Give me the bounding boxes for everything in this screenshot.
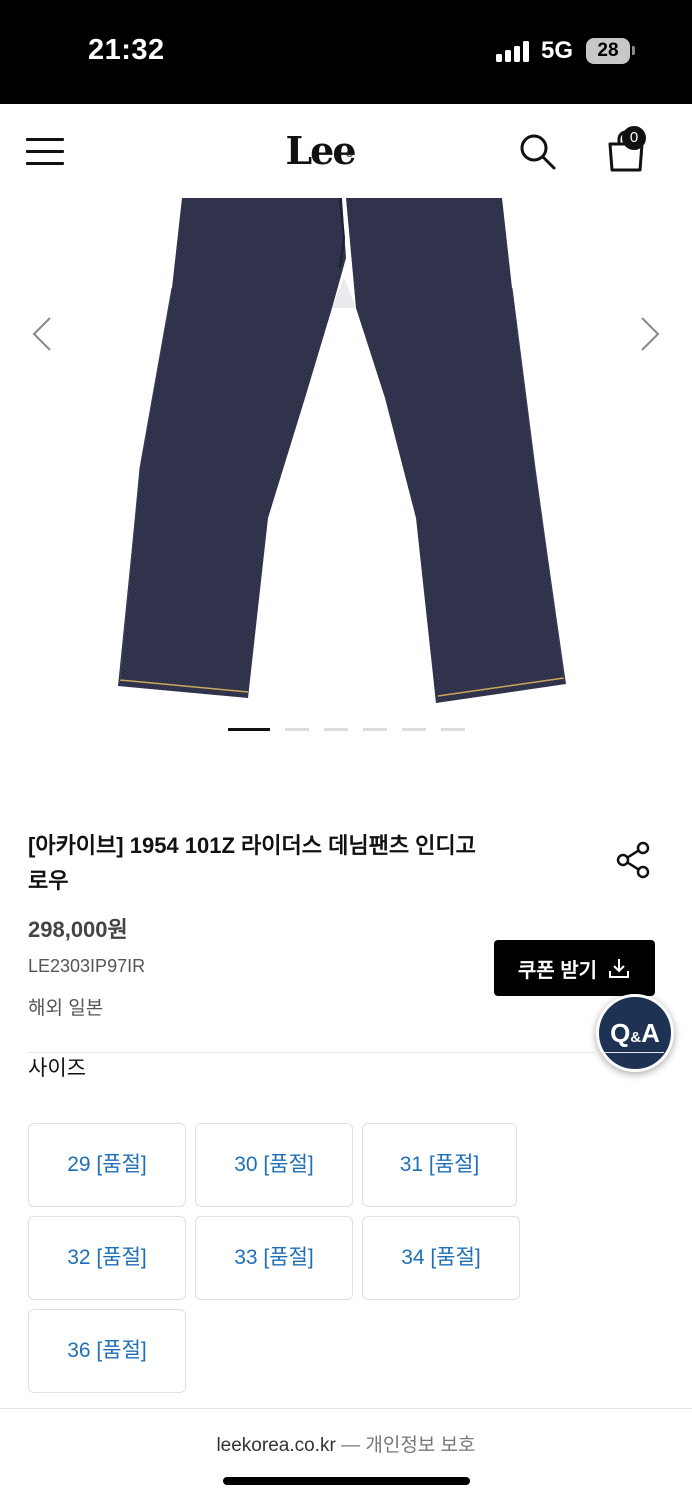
download-icon [609,959,630,978]
site-header: Lee ® [0,104,692,198]
slide-dot[interactable] [324,728,348,731]
status-time: 21:32 [88,34,165,66]
qa-label-amp: & [630,1029,642,1046]
size-option-36[interactable]: 36 [품절] [28,1309,186,1393]
menu-icon[interactable] [26,138,64,166]
section-divider [28,1052,664,1053]
size-option-34[interactable]: 34 [품절] [362,1216,520,1300]
footer-domain[interactable]: leekorea.co.kr [216,1435,335,1456]
coupon-button-label: 쿠폰 받기 [517,959,598,982]
battery-icon: 28 [586,38,630,64]
cart-count-badge: 0 [622,126,646,150]
size-option-33[interactable]: 33 [품절] [195,1216,353,1300]
size-option-31[interactable]: 31 [품절] [362,1123,517,1207]
product-image-jeans [118,198,566,703]
size-option-32[interactable]: 32 [품절] [28,1216,186,1300]
footer-privacy-link[interactable]: 개인정보 보호 [365,1435,475,1456]
product-gallery[interactable] [0,198,692,758]
signal-icon [496,40,529,62]
prev-slide-icon[interactable] [28,314,58,354]
status-bar: 21:32 5G 28 [0,0,692,104]
slide-indicator [0,728,692,734]
slide-dot[interactable] [285,728,309,731]
size-option-30[interactable]: 30 [품절] [195,1123,353,1207]
search-icon[interactable] [518,132,558,172]
product-origin: 해외 일본 [28,998,104,1019]
product-sku: LE2303IP97IR [28,956,146,976]
coupon-download-button[interactable]: 쿠폰 받기 [494,940,655,996]
share-icon[interactable] [614,840,654,880]
footer-divider [0,1408,692,1409]
slide-dot[interactable] [363,728,387,731]
next-slide-icon[interactable] [634,314,664,354]
qa-label-a: A [641,1018,660,1048]
slide-dot[interactable] [441,728,465,731]
size-option-29[interactable]: 29 [품절] [28,1123,186,1207]
qa-floating-button[interactable]: Q&A [596,994,674,1072]
qa-label-q: Q [610,1018,631,1048]
slide-dot-active[interactable] [228,728,270,731]
footer-separator: — [341,1435,361,1456]
network-label: 5G [541,37,574,64]
size-section-label: 사이즈 [28,1057,86,1080]
slide-dot[interactable] [402,728,426,731]
browser-footer: leekorea.co.kr — 개인정보 보호 [0,1430,692,1457]
product-price: 298,000원 [28,917,128,942]
product-title: [아카이브] 1954 101Z 라이더스 데님팬츠 인디고로우 [28,833,476,893]
home-indicator[interactable] [223,1477,470,1485]
brand-logo[interactable]: Lee ® [280,126,360,176]
battery-tip [632,46,635,55]
